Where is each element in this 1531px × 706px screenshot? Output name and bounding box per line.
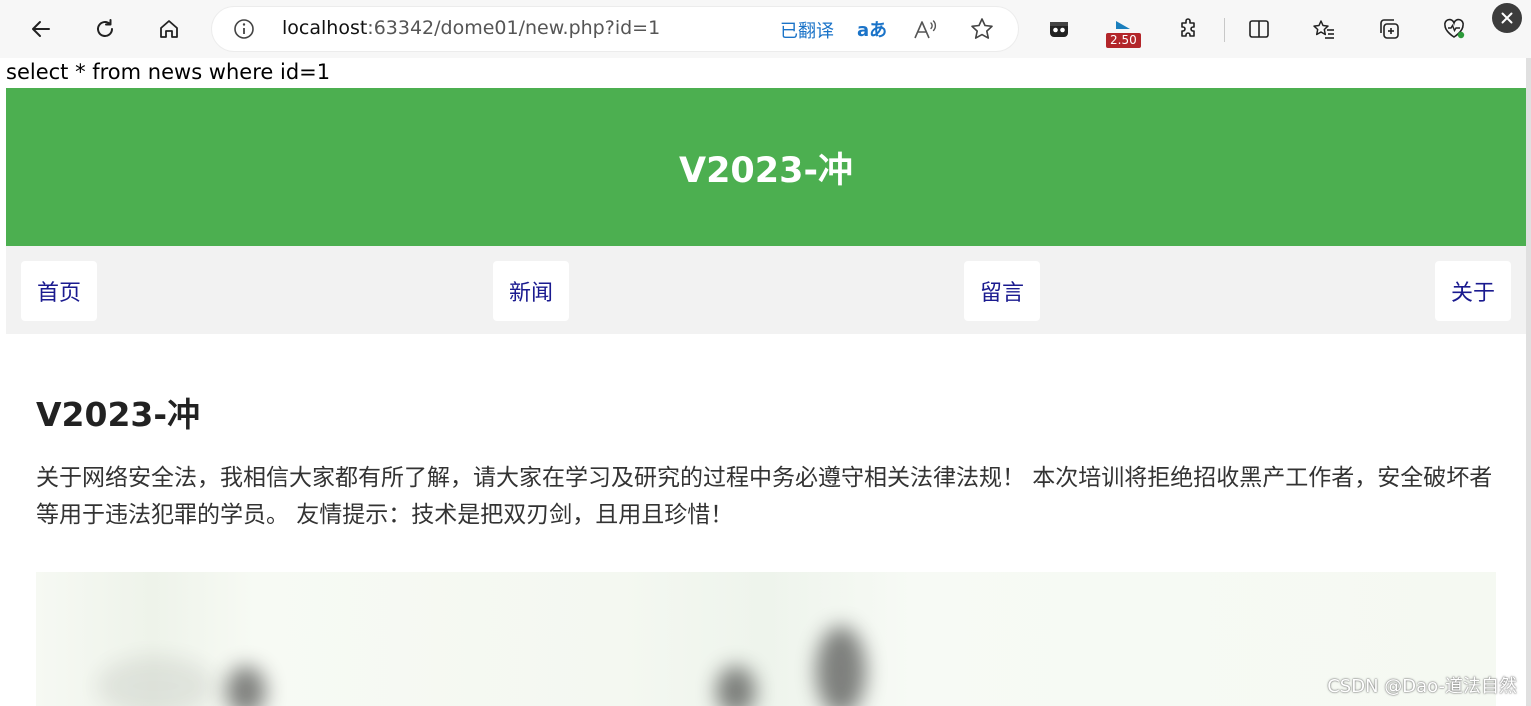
home-icon — [160, 20, 178, 38]
extension-icon — [1050, 22, 1068, 37]
extensions-button[interactable] — [1170, 10, 1208, 48]
browser-toolbar: localhost:63342/dome01/new.php?id=1 已翻译 … — [0, 0, 1531, 58]
scrollbar[interactable] — [1526, 58, 1531, 706]
site-title: V2023-冲 — [678, 150, 854, 191]
translate-icon[interactable]: aあ — [857, 16, 887, 42]
toolbar-divider — [1224, 18, 1225, 42]
favorites-button[interactable] — [1305, 10, 1343, 48]
close-button[interactable] — [1492, 3, 1522, 33]
refresh-icon — [97, 19, 113, 37]
favorites-list-icon — [1313, 20, 1334, 39]
site-header: V2023-冲 — [6, 88, 1526, 246]
close-icon — [1501, 12, 1513, 24]
home-button[interactable] — [150, 10, 188, 48]
refresh-button[interactable] — [86, 10, 124, 48]
extension-button-1[interactable] — [1040, 10, 1078, 48]
browser-health-button[interactable] — [1435, 10, 1473, 48]
watermark: CSDN @Dao-道法自然 — [1327, 676, 1517, 697]
back-icon — [32, 21, 50, 37]
browser-health-icon — [1444, 18, 1465, 39]
url-text[interactable]: localhost:63342/dome01/new.php?id=1 — [282, 17, 660, 39]
collections-button[interactable] — [1370, 10, 1408, 48]
favorite-star-icon[interactable] — [969, 16, 995, 42]
nav-home[interactable]: 首页 — [21, 261, 97, 321]
nav-messages[interactable]: 留言 — [964, 261, 1040, 321]
site-nav: 首页 新闻 留言 关于 — [6, 246, 1526, 334]
split-screen-icon — [1249, 20, 1269, 38]
translated-label[interactable]: 已翻译 — [780, 17, 834, 43]
split-screen-button[interactable] — [1240, 10, 1278, 48]
nav-about[interactable]: 关于 — [1435, 261, 1511, 321]
extension-badge: 2.50 — [1106, 33, 1141, 48]
article-image — [36, 572, 1496, 706]
nav-news[interactable]: 新闻 — [493, 261, 569, 321]
read-aloud-icon[interactable] — [912, 17, 938, 43]
article-body: 关于网络安全法，我相信大家都有所了解，请大家在学习及研究的过程中务必遵守相关法律… — [36, 465, 1493, 528]
sql-debug-text: select * from news where id=1 — [6, 60, 331, 84]
article: V2023-冲 关于网络安全法，我相信大家都有所了解，请大家在学习及研究的过程中… — [36, 388, 1506, 534]
info-icon[interactable] — [232, 17, 256, 41]
article-title: V2023-冲 — [36, 395, 201, 434]
collections-icon — [1380, 19, 1399, 39]
puzzle-extensions-icon — [1181, 18, 1195, 37]
address-bar[interactable]: localhost:63342/dome01/new.php?id=1 已翻译 … — [212, 7, 1018, 51]
back-button[interactable] — [22, 10, 60, 48]
web-page: select * from news where id=1 V2023-冲 首页… — [0, 58, 1531, 706]
